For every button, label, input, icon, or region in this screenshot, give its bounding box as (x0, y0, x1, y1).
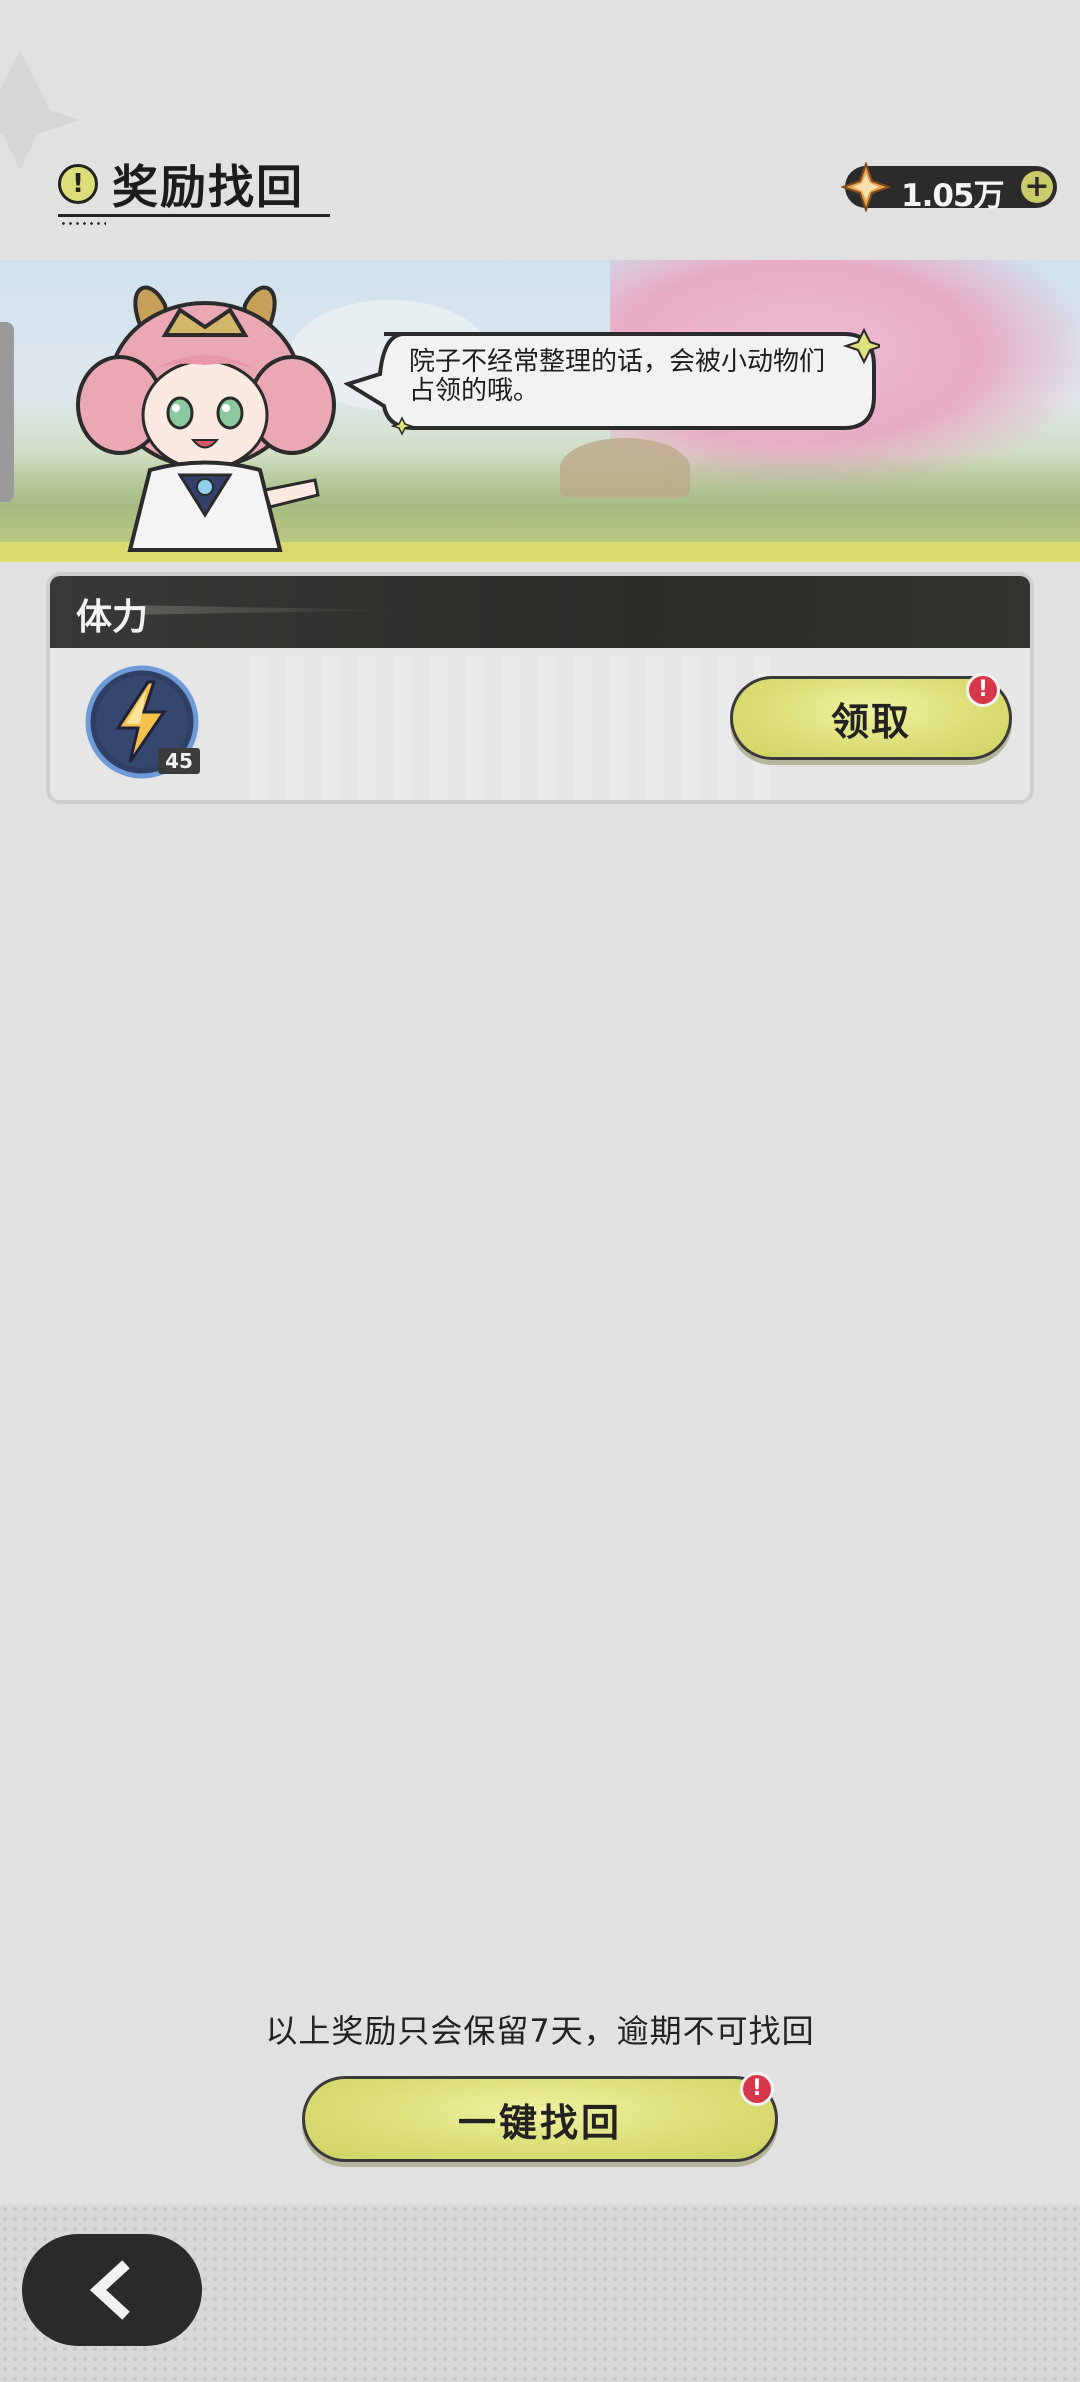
card-body-pattern (250, 656, 770, 800)
crystal-star-icon (841, 162, 891, 212)
speech-text: 院子不经常整理的话，会被小动物们占领的哦。 (409, 347, 826, 406)
card-title: 体力 (76, 597, 149, 638)
title-underline (58, 214, 330, 217)
currency-value: 1.05万 (901, 178, 1004, 214)
reward-card: 体力 45 领取 (46, 572, 1034, 804)
recover-alert-icon: ! (740, 2072, 774, 2106)
side-tab[interactable] (0, 322, 14, 502)
exclamation-icon: ! (58, 164, 98, 204)
plus-icon[interactable]: + (1021, 171, 1053, 203)
recover-all-button[interactable]: 一键找回 (302, 2076, 778, 2162)
page-title-group: ! 奖励找回 (58, 148, 304, 220)
chibi-character (76, 285, 336, 552)
back-button[interactable] (22, 2234, 202, 2346)
claim-alert-icon: ! (966, 673, 1000, 707)
chevron-left-icon (89, 2260, 130, 2320)
card-header-streak (140, 605, 400, 615)
banner-rock (560, 438, 690, 498)
retention-note: 以上奖励只会保留7天，逾期不可找回 (265, 2012, 815, 2050)
title-dots (60, 222, 106, 225)
card-header: 体力 (50, 576, 1030, 648)
item-count: 45 (158, 748, 200, 774)
page-title: 奖励找回 (112, 160, 304, 214)
currency-counter: 1.05万 + (841, 162, 1057, 214)
